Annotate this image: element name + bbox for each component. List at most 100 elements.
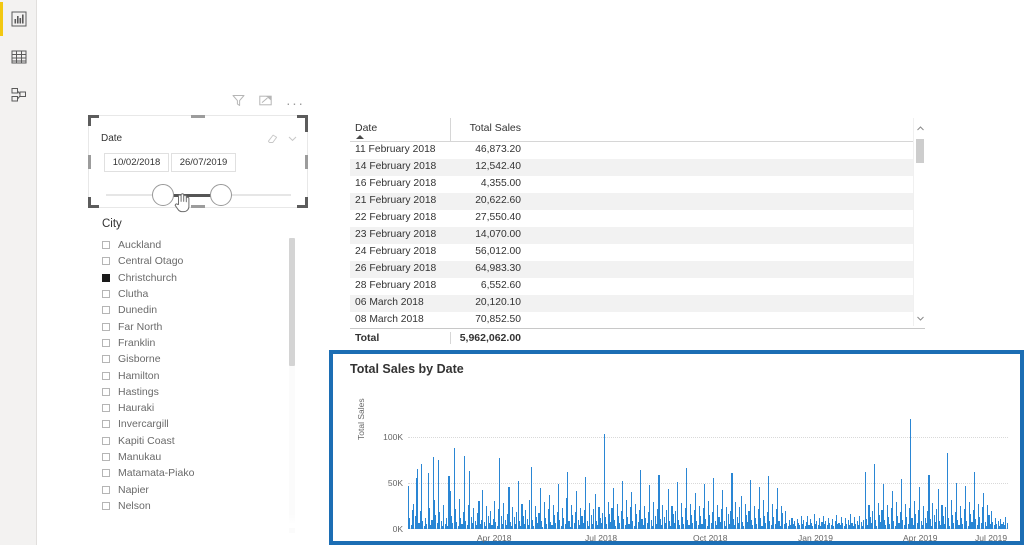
cell-total-sales: 14,070.00 — [475, 229, 521, 240]
city-slicer-item[interactable]: Christchurch — [98, 270, 303, 286]
checkbox-icon[interactable] — [102, 485, 110, 494]
date-range-slider[interactable] — [106, 184, 291, 213]
cell-date: 21 February 2018 — [355, 195, 437, 206]
city-slicer-item[interactable]: Auckland — [98, 237, 303, 253]
checkbox-icon[interactable] — [102, 387, 110, 396]
cell-total-sales: 12,542.40 — [475, 161, 521, 172]
slider-handle-end[interactable] — [210, 184, 232, 206]
relationships-icon — [11, 87, 27, 103]
selection-handle-top-left[interactable] — [88, 115, 99, 126]
city-slicer-item[interactable]: Invercargill — [98, 416, 303, 432]
table-row[interactable]: 26 February 2018 64,983.30 — [350, 261, 925, 278]
checkbox-icon[interactable] — [102, 257, 110, 266]
table-scrollbar-thumb[interactable] — [916, 139, 924, 163]
cell-total-sales: 64,983.30 — [475, 263, 521, 274]
city-slicer-item[interactable]: Napier — [98, 481, 303, 497]
table-row[interactable]: 22 February 2018 27,550.40 — [350, 210, 925, 227]
checkbox-icon[interactable] — [102, 338, 110, 347]
city-slicer-item[interactable]: Hauraki — [98, 400, 303, 416]
checkbox-icon[interactable] — [102, 322, 110, 331]
table-row[interactable]: 24 February 2018 56,012.00 — [350, 244, 925, 261]
checkbox-checked-icon[interactable] — [102, 273, 110, 282]
checkbox-icon[interactable] — [102, 420, 110, 429]
y-axis-tick: 50K — [387, 478, 403, 489]
total-label: Total — [355, 332, 380, 344]
checkbox-icon[interactable] — [102, 501, 110, 510]
city-scrollbar-thumb[interactable] — [289, 238, 295, 366]
date-range-slicer[interactable]: Date 10/02/2018 26/07/2019 — [88, 115, 308, 213]
table-row[interactable]: 16 February 2018 4,355.00 — [350, 176, 925, 193]
checkbox-icon[interactable] — [102, 241, 110, 250]
city-slicer: City Auckland Central Otago Christchurch Cl… — [98, 218, 303, 533]
selection-handle-bottom-left[interactable] — [88, 197, 99, 208]
table-row[interactable]: 08 March 2018 70,852.50 — [350, 312, 925, 328]
table-row[interactable]: 14 February 2018 12,542.40 — [350, 159, 925, 176]
city-list-fade — [98, 514, 303, 528]
selection-handle-bottom-right[interactable] — [297, 197, 308, 208]
city-slicer-item[interactable]: Gisborne — [98, 351, 303, 367]
city-slicer-item-label: Franklin — [118, 336, 156, 349]
table-row[interactable]: 23 February 2018 14,070.00 — [350, 227, 925, 244]
column-header-date[interactable]: Date — [350, 118, 450, 141]
date-to-input[interactable]: 26/07/2019 — [171, 153, 236, 172]
table-grid-icon — [11, 49, 27, 65]
city-slicer-item[interactable]: Dunedin — [98, 302, 303, 318]
selection-handle-top-right[interactable] — [297, 115, 308, 132]
checkbox-icon[interactable] — [102, 306, 110, 315]
nav-item-data-view[interactable] — [0, 38, 37, 76]
table-row[interactable]: 11 February 2018 46,873.20 — [350, 142, 925, 159]
checkbox-icon[interactable] — [102, 290, 110, 299]
city-slicer-item-label: Hamilton — [118, 369, 160, 382]
selection-handle-right[interactable] — [305, 154, 308, 169]
chart-bar[interactable] — [910, 419, 912, 529]
table-scrollbar[interactable] — [913, 118, 925, 326]
city-slicer-item[interactable]: Manukau — [98, 449, 303, 465]
city-slicer-item[interactable]: Clutha — [98, 286, 303, 302]
chart-bar[interactable] — [421, 464, 423, 529]
city-slicer-item-label: Manukau — [118, 451, 162, 463]
city-slicer-item[interactable]: Central Otago — [98, 253, 303, 269]
checkbox-icon[interactable] — [102, 404, 110, 413]
checkbox-icon[interactable] — [102, 371, 110, 380]
cell-date: 06 March 2018 — [355, 297, 424, 308]
chart-bar[interactable] — [1006, 523, 1008, 529]
chevron-down-icon[interactable] — [287, 131, 298, 149]
x-axis-tick: Jul 2018 — [585, 533, 618, 543]
checkbox-icon[interactable] — [102, 453, 110, 461]
city-slicer-item[interactable]: Nelson — [98, 498, 303, 514]
total-sales-by-date-chart[interactable]: Total Sales by Date Total Sales 0K 50K 100… — [329, 350, 1024, 545]
focus-mode-icon[interactable] — [259, 94, 272, 112]
column-header-total-sales[interactable]: Total Sales — [450, 118, 528, 141]
cell-total-sales: 46,873.20 — [475, 144, 521, 155]
view-navigation-rail — [0, 0, 37, 545]
selection-handle-top[interactable] — [191, 115, 205, 118]
cell-date: 22 February 2018 — [355, 212, 437, 223]
checkbox-icon[interactable] — [102, 355, 110, 364]
table-row[interactable]: 28 February 2018 6,552.60 — [350, 278, 925, 295]
scroll-down-icon[interactable] — [914, 312, 926, 324]
eraser-icon[interactable] — [267, 131, 278, 149]
chart-title: Total Sales by Date — [350, 362, 464, 376]
slider-handle-start[interactable] — [152, 184, 174, 206]
table-row[interactable]: 06 March 2018 20,120.10 — [350, 295, 925, 312]
chart-bar[interactable] — [464, 456, 466, 529]
city-slicer-item[interactable]: Hastings — [98, 384, 303, 400]
nav-item-model-view[interactable] — [0, 76, 37, 114]
city-slicer-item[interactable]: Hamilton — [98, 367, 303, 383]
checkbox-icon[interactable] — [102, 436, 110, 445]
city-slicer-item[interactable]: Far North — [98, 318, 303, 334]
city-slicer-item[interactable]: Franklin — [98, 335, 303, 351]
city-slicer-item-label: Hauraki — [118, 402, 155, 415]
scroll-up-icon[interactable] — [914, 122, 926, 134]
city-slicer-item[interactable]: Kapiti Coast — [98, 433, 303, 449]
selection-handle-left[interactable] — [88, 154, 91, 169]
checkbox-icon[interactable] — [102, 469, 110, 478]
date-from-input[interactable]: 10/02/2018 — [104, 153, 169, 172]
chart-bar[interactable] — [417, 469, 419, 529]
nav-item-report-view[interactable] — [0, 0, 37, 38]
chart-bar[interactable] — [603, 434, 605, 529]
city-slicer-item[interactable]: Matamata-Piako — [98, 465, 303, 481]
more-options-button[interactable]: ··· — [286, 96, 305, 110]
filter-funnel-icon[interactable] — [232, 94, 245, 112]
table-row[interactable]: 21 February 2018 20,622.60 — [350, 193, 925, 210]
